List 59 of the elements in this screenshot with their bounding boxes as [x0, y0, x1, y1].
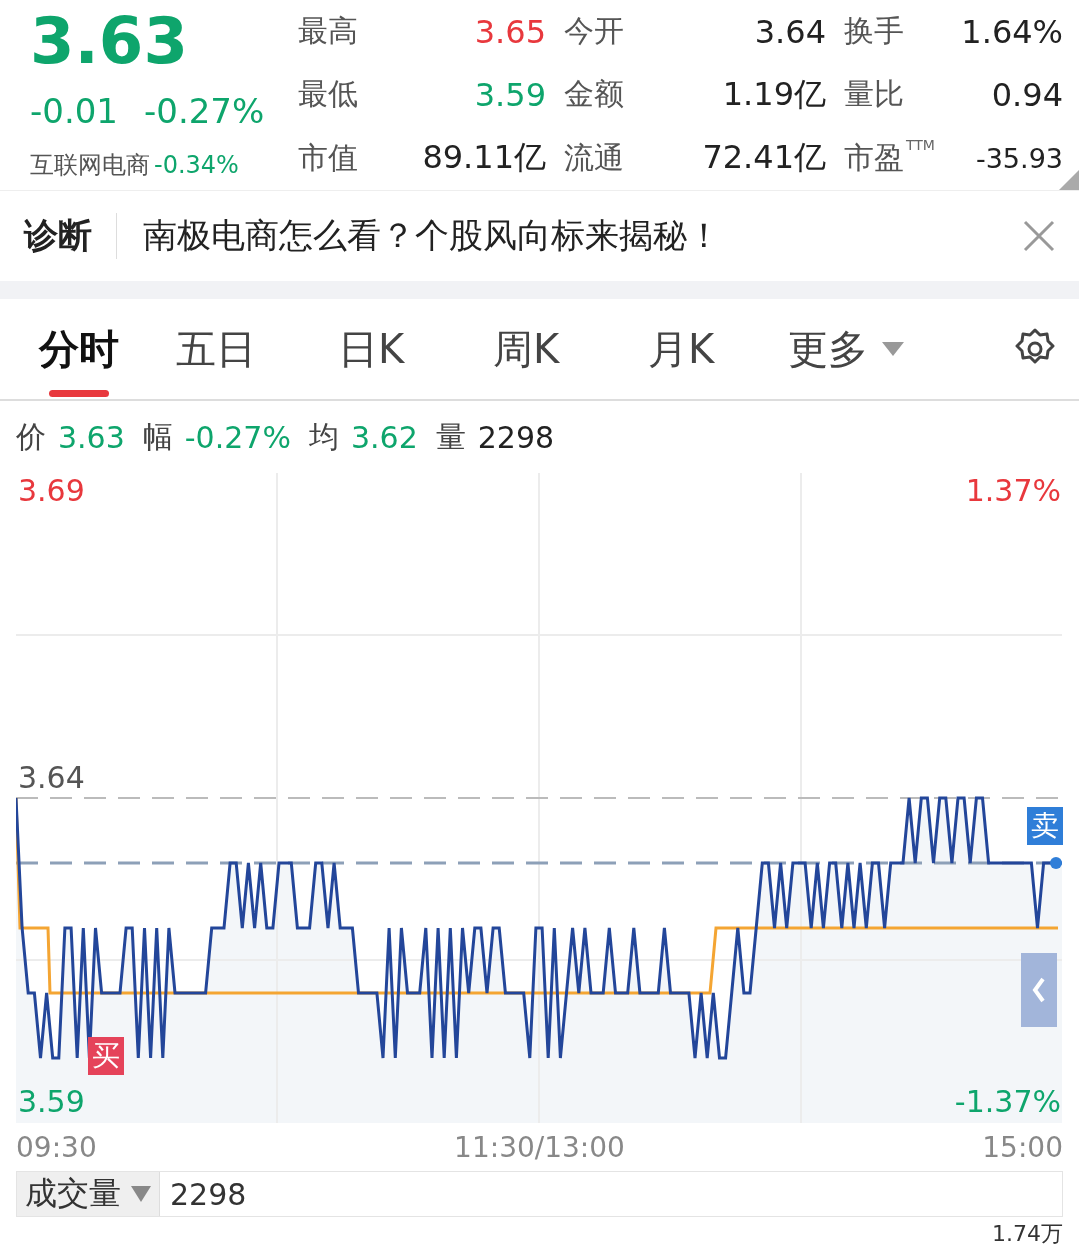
chart-tab[interactable]: 分时: [16, 299, 141, 399]
stat-label: 量比: [844, 75, 904, 114]
collapse-handle-icon[interactable]: [1021, 953, 1057, 1027]
percent-axis-label: -1.37%: [954, 1084, 1061, 1119]
stat-label: 金额: [564, 75, 624, 114]
info-label: 价: [16, 417, 46, 456]
stat-value: 72.41亿: [702, 137, 826, 179]
sector-name[interactable]: 互联网电商: [30, 149, 150, 181]
percent-change: -0.27%: [144, 91, 265, 131]
chart-tab[interactable]: 日K: [291, 299, 451, 399]
indicator-dropdown[interactable]: 成交量: [17, 1172, 160, 1216]
current-price: 3.63: [30, 9, 189, 73]
stat-value: 3.64: [754, 12, 826, 51]
info-label: 幅: [142, 417, 173, 456]
stat-value: 3.59: [474, 76, 546, 114]
volume-value: 2298: [169, 1176, 247, 1212]
info-label: 均: [308, 417, 339, 456]
stat-value: 0.94: [991, 76, 1063, 114]
stat-label: 换手: [844, 12, 904, 51]
reference-price-label: 3.64: [18, 760, 85, 795]
volume-axis-label: 1.74万: [992, 1220, 1063, 1248]
stat-superscript: TTM: [906, 137, 935, 152]
sector-change: -0.34%: [154, 151, 239, 179]
stat-label: 市盈: [844, 138, 904, 177]
buy-marker[interactable]: 买: [88, 1037, 124, 1075]
stat-label: 市值: [298, 138, 358, 177]
time-axis-label: 11:30/13:00: [454, 1130, 625, 1164]
price-change: -0.01: [30, 91, 118, 131]
chart-tab[interactable]: 周K: [451, 299, 601, 399]
stat-value: 1.19亿: [722, 74, 826, 115]
stat-value: -35.93: [975, 142, 1063, 174]
diagnosis-link[interactable]: 南极电商怎么看？个股风向标来揭秘！: [143, 213, 1023, 259]
stat-label: 最高: [298, 12, 358, 51]
stat-label: 最低: [298, 75, 358, 114]
diagnosis-tag: 诊断: [24, 213, 117, 259]
stat-label: 今开: [564, 12, 624, 51]
percent-axis-label: 1.37%: [965, 473, 1061, 508]
time-axis-label: 15:00: [982, 1130, 1063, 1164]
chart-tab[interactable]: 月K: [601, 299, 761, 399]
stat-label: 流通: [564, 138, 624, 177]
info-value: 2298: [477, 419, 555, 455]
caret-icon: [131, 1186, 151, 1202]
info-label: 量: [435, 417, 466, 456]
stat-value: 89.11亿: [422, 137, 546, 179]
info-value: 3.63: [58, 419, 125, 455]
sell-marker[interactable]: 卖: [1027, 807, 1063, 845]
info-value: -0.27%: [184, 419, 291, 455]
price-axis-label: 3.59: [18, 1084, 85, 1119]
latest-price-dot: [1050, 857, 1062, 869]
stat-value: 3.65: [474, 12, 546, 51]
chart-tab[interactable]: 更多: [761, 299, 931, 399]
chart-tab[interactable]: 五日: [141, 299, 291, 399]
expand-corner-icon[interactable]: [1059, 170, 1079, 190]
info-value: 3.62: [350, 419, 418, 455]
stat-value: 1.64%: [961, 12, 1063, 51]
price-axis-label: 3.69: [18, 473, 85, 508]
caret-icon: [882, 342, 904, 356]
close-icon[interactable]: [1023, 220, 1055, 252]
time-axis-label: 09:30: [16, 1130, 97, 1164]
